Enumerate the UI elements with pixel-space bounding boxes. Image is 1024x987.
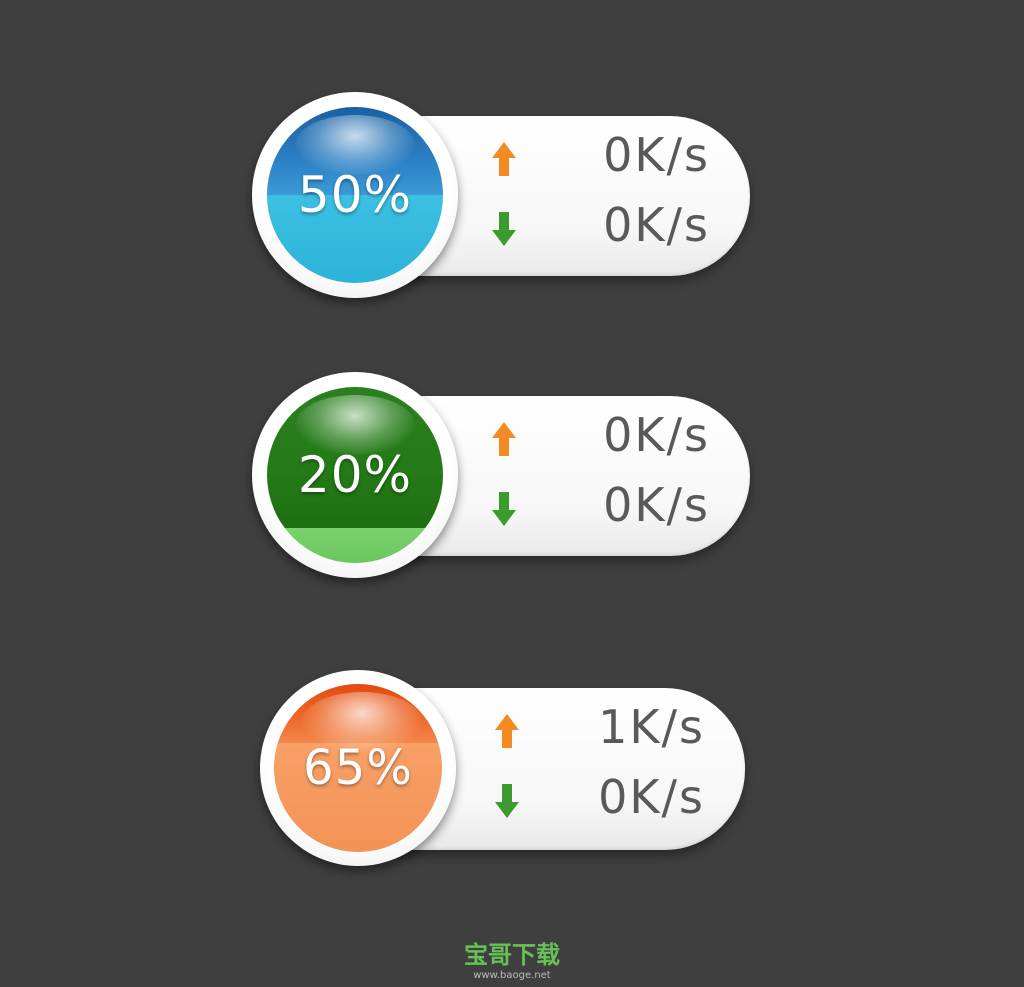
usage-percent: 65% — [303, 740, 413, 796]
upload-rate: 0K/s — [603, 408, 710, 462]
network-monitor-widget-1: 0K/s 0K/s 50% — [252, 92, 752, 302]
download-rate: 0K/s — [598, 770, 705, 824]
arrow-up-icon — [495, 714, 519, 748]
arrow-up-icon — [492, 422, 516, 456]
upload-rate: 1K/s — [598, 700, 705, 754]
orb-fill-level — [267, 527, 443, 563]
usage-percent: 20% — [297, 446, 413, 504]
arrow-down-icon — [492, 212, 516, 246]
usage-orb: 65% — [274, 684, 442, 852]
usage-orb: 50% — [267, 107, 443, 283]
network-monitor-widget-2: 0K/s 0K/s 20% — [252, 372, 752, 582]
usage-gauge[interactable]: 65% — [260, 670, 456, 866]
watermark-logo: 宝哥下载 — [464, 941, 560, 969]
upload-rate: 0K/s — [603, 128, 710, 182]
download-rate: 0K/s — [603, 198, 710, 252]
watermark: 宝哥下载 www.baoge.net — [0, 940, 1024, 982]
network-monitor-widget-3: 1K/s 0K/s 65% — [260, 670, 750, 880]
arrow-up-icon — [492, 142, 516, 176]
download-rate: 0K/s — [603, 478, 710, 532]
usage-percent: 50% — [297, 166, 413, 224]
usage-gauge[interactable]: 50% — [252, 92, 458, 298]
arrow-down-icon — [492, 492, 516, 526]
usage-orb: 20% — [267, 387, 443, 563]
arrow-down-icon — [495, 784, 519, 818]
usage-gauge[interactable]: 20% — [252, 372, 458, 578]
watermark-url: www.baoge.net — [473, 970, 551, 981]
